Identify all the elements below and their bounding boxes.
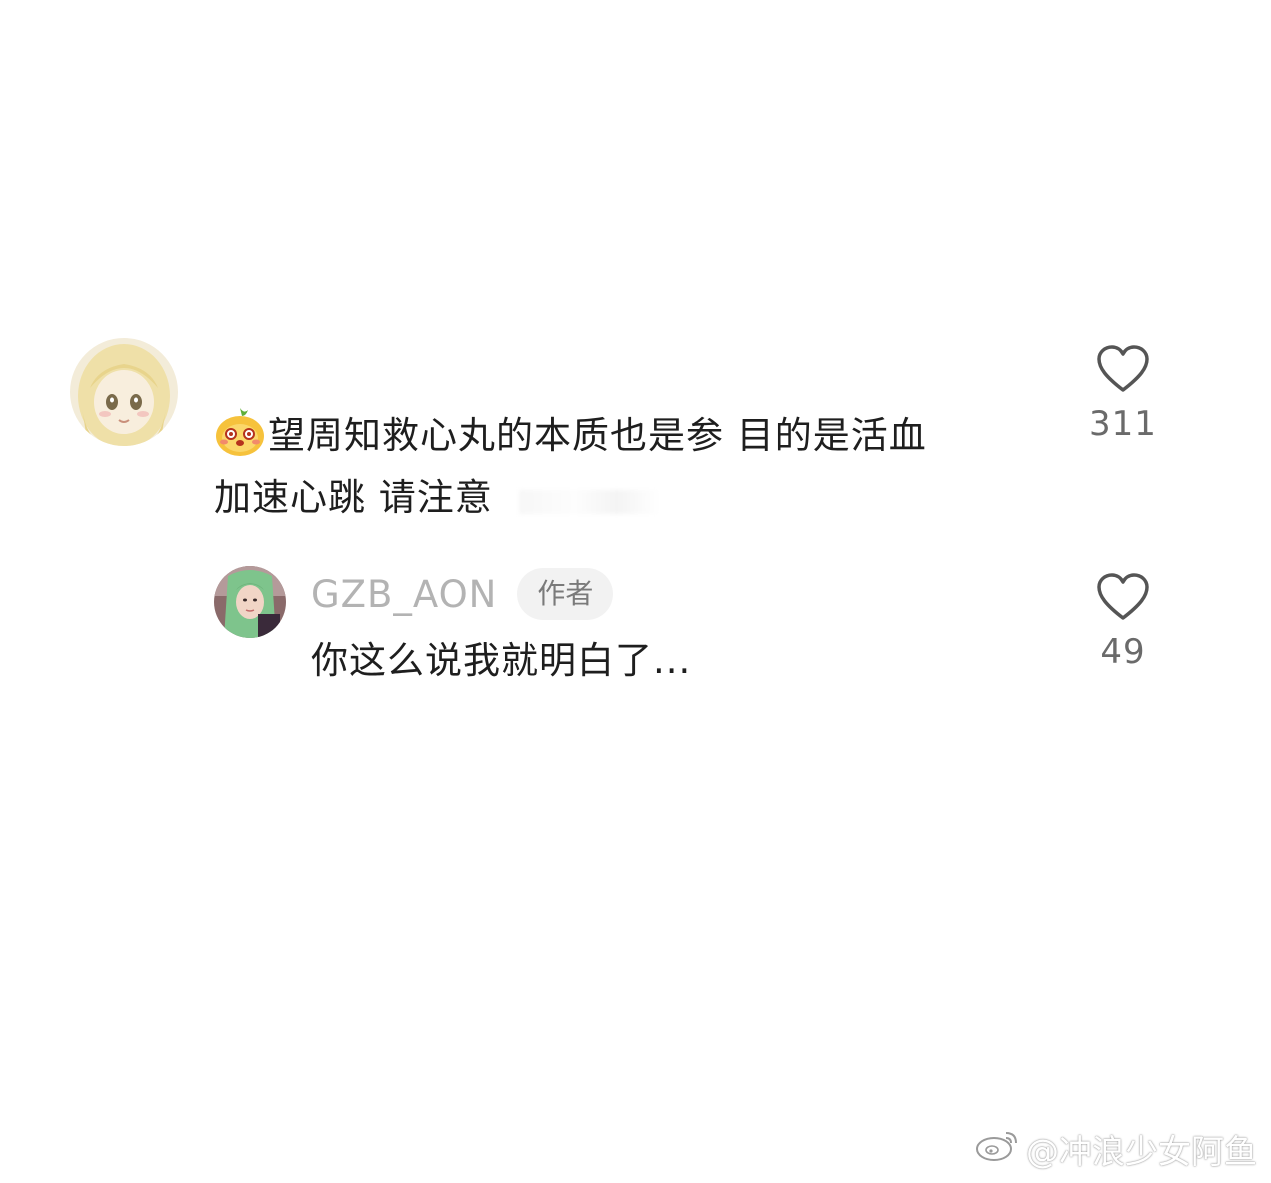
comment-body: 望周知救心丸的本质也是参 目的是活血 加速心跳 请注意 bbox=[214, 405, 1034, 529]
watermark-text: @冲浪少女阿鱼 bbox=[1026, 1132, 1257, 1171]
blurred-sticker bbox=[518, 490, 659, 514]
author-badge: 作者 bbox=[517, 568, 614, 620]
comment-like-count: 311 bbox=[1089, 404, 1157, 444]
heart-icon[interactable] bbox=[1096, 572, 1150, 622]
weibo-logo-icon bbox=[974, 1127, 1020, 1171]
comment-line-1: 望周知救心丸的本质也是参 目的是活血 bbox=[214, 405, 1034, 467]
watermark: @冲浪少女阿鱼 bbox=[974, 1125, 1257, 1173]
comment-line-2: 加速心跳 请注意 bbox=[214, 467, 1034, 529]
commenter-avatar[interactable] bbox=[70, 338, 178, 446]
reply-avatar[interactable] bbox=[214, 566, 286, 638]
reply-username[interactable]: GZB_AON bbox=[311, 573, 497, 616]
reply-like-count: 49 bbox=[1100, 632, 1146, 672]
yellow-face-emoji-icon bbox=[214, 406, 266, 458]
comment-like-button[interactable]: 311 bbox=[1068, 344, 1178, 444]
comment-line-1-text: 望周知救心丸的本质也是参 目的是活血 bbox=[268, 414, 927, 457]
reply-like-button[interactable]: 49 bbox=[1068, 572, 1178, 672]
comment-line-2-text: 加速心跳 请注意 bbox=[214, 476, 493, 519]
reply-header: GZB_AON 作者 bbox=[311, 566, 614, 622]
reply-body: 你这么说我就明白了... bbox=[311, 639, 692, 682]
heart-icon[interactable] bbox=[1096, 344, 1150, 394]
